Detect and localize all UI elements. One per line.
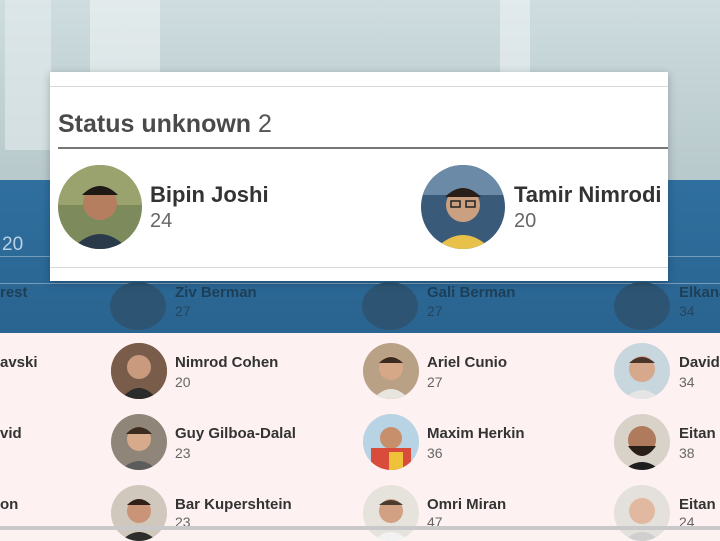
avatar[interactable] (421, 165, 505, 249)
list-item-name: Gali Berman (427, 284, 516, 301)
list-item-name[interactable]: Omri Miran (427, 496, 506, 513)
list-item-age: 23 (175, 445, 191, 461)
avatar[interactable] (614, 414, 670, 470)
person-age: 24 (150, 210, 173, 232)
avatar[interactable] (614, 343, 670, 399)
hostage-list-background (0, 333, 720, 530)
list-item-age: 27 (427, 303, 443, 319)
partial-count: 20 (2, 234, 24, 255)
list-item-age: 20 (175, 374, 191, 390)
person-name[interactable]: Tamir Nimrodi (514, 182, 662, 208)
list-item-age: 27 (175, 303, 191, 319)
list-item-name: rest (0, 284, 28, 301)
bottom-divider (0, 526, 720, 530)
avatar[interactable] (58, 165, 142, 249)
list-item-name: Ziv Berman (175, 284, 257, 301)
divider (50, 267, 668, 268)
list-item-age: 27 (427, 374, 443, 390)
list-item-name[interactable]: Nimrod Cohen (175, 354, 278, 371)
list-item-name[interactable]: Eitan (679, 425, 716, 442)
list-item-name[interactable]: Guy Gilboa-Dalal (175, 425, 296, 442)
list-item-name[interactable]: vid (0, 425, 22, 442)
person-name[interactable]: Bipin Joshi (150, 182, 269, 208)
avatar (110, 282, 166, 330)
avatar[interactable] (111, 414, 167, 470)
list-item-name[interactable]: David (679, 354, 720, 371)
modal-title: Status unknown 2 (58, 110, 272, 139)
avatar[interactable] (614, 485, 670, 541)
avatar (614, 282, 670, 330)
divider (58, 147, 668, 149)
avatar[interactable] (111, 485, 167, 541)
list-item-name[interactable]: Maxim Herkin (427, 425, 525, 442)
avatar (362, 282, 418, 330)
avatar[interactable] (363, 343, 419, 399)
list-item-age: 38 (679, 445, 695, 461)
list-item-name[interactable]: Eitan (679, 496, 716, 513)
list-item-age: 36 (427, 445, 443, 461)
faded-row: rest Ziv Berman 27 Gali Berman 27 Elkana… (0, 282, 720, 332)
avatar[interactable] (363, 485, 419, 541)
person-age: 20 (514, 210, 537, 232)
list-item-name[interactable]: Bar Kupershtein (175, 496, 292, 513)
modal-title-text: Status unknown (58, 110, 252, 138)
status-unknown-modal: Status unknown 2 Bipin Joshi 24 Tamir Ni… (50, 72, 668, 281)
divider (50, 86, 668, 87)
list-item-name[interactable]: on (0, 496, 18, 513)
modal-count: 2 (258, 110, 272, 138)
list-item-name[interactable]: avski (0, 354, 38, 371)
list-item-name[interactable]: Ariel Cunio (427, 354, 507, 371)
flag-shape (5, 0, 51, 150)
avatar[interactable] (363, 414, 419, 470)
avatar[interactable] (111, 343, 167, 399)
list-item-age: 34 (679, 374, 695, 390)
list-item-name: Elkana (679, 284, 720, 301)
list-item-age: 34 (679, 303, 695, 319)
